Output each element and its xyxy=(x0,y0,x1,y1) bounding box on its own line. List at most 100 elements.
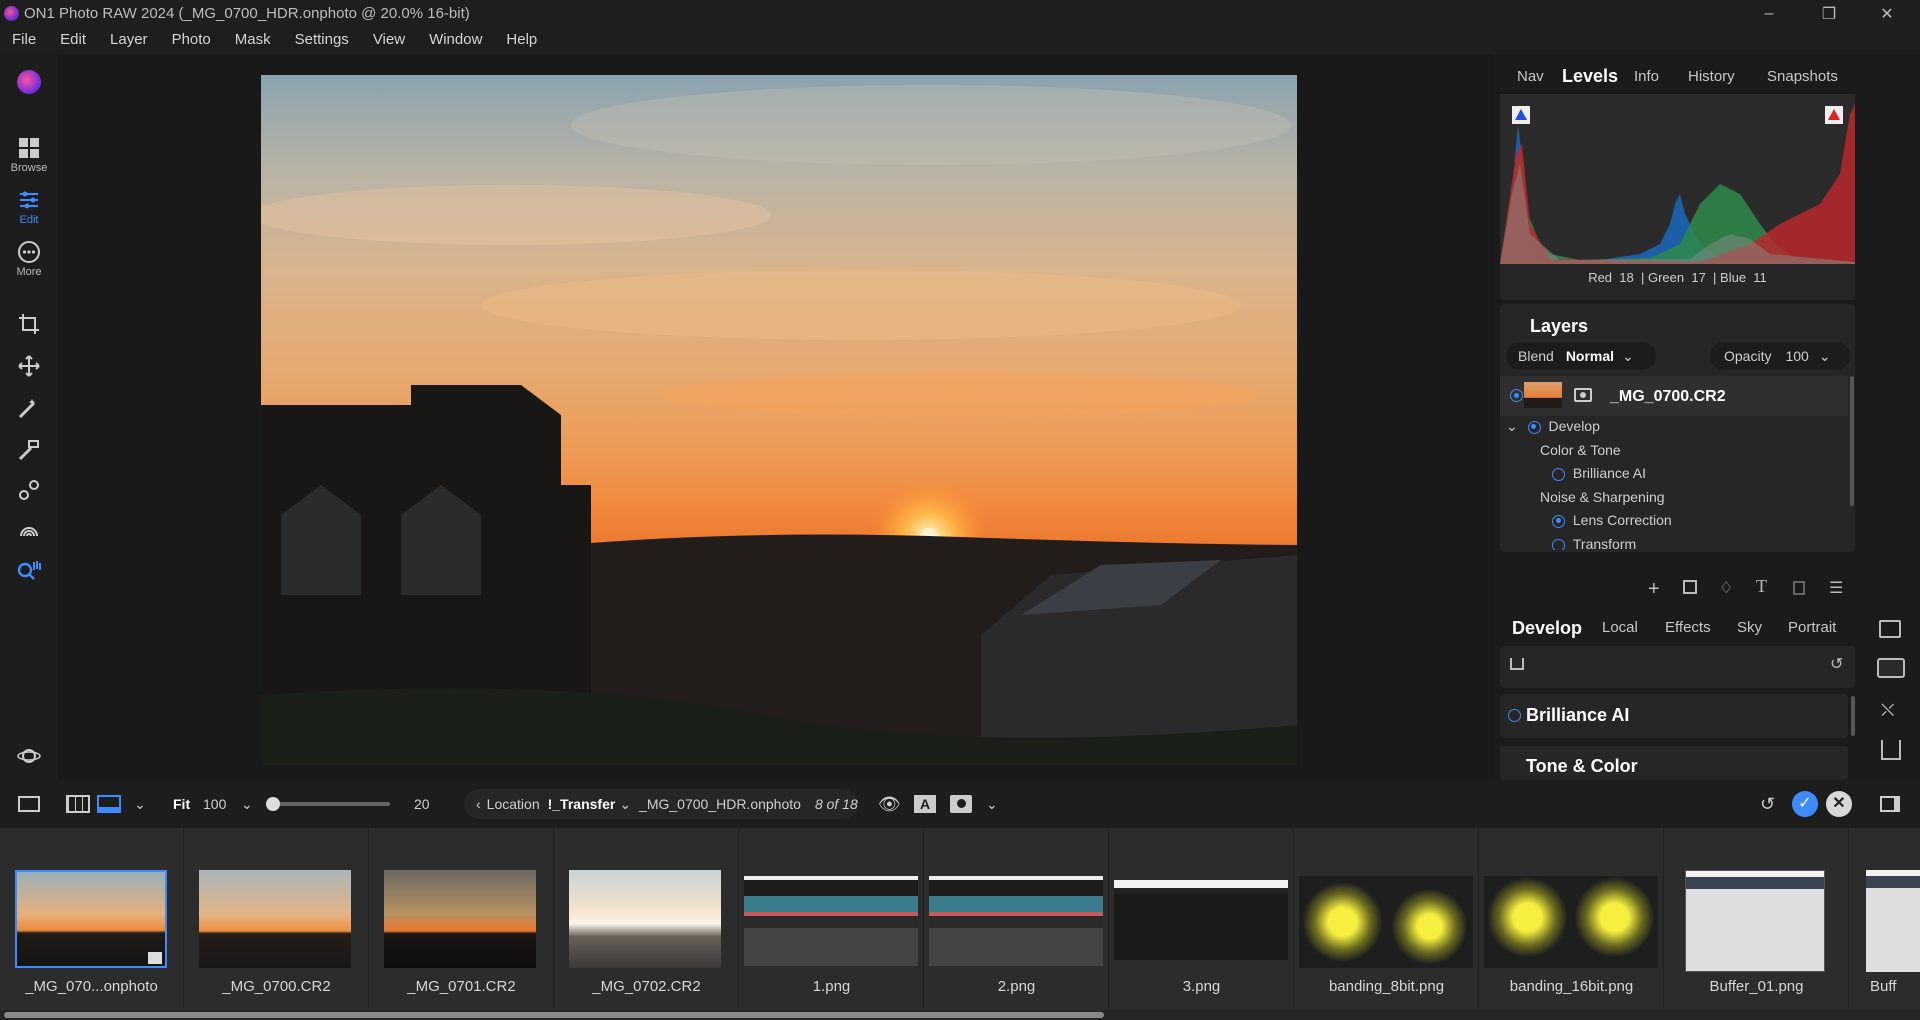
zoom-value[interactable]: 100 xyxy=(203,780,226,828)
duplicate-layer-icon[interactable] xyxy=(1683,580,1697,594)
filmstrip-item[interactable]: Buffer_01.png xyxy=(1665,828,1849,1008)
filmstrip-item[interactable]: _MG_0702.CR2 xyxy=(555,828,739,1008)
export-icon[interactable] xyxy=(1879,620,1901,638)
filmstrip-scroll-thumb[interactable] xyxy=(4,1012,1104,1018)
minimize-icon[interactable]: – xyxy=(1746,0,1792,28)
filmstrip-item[interactable]: 2.png xyxy=(925,828,1109,1008)
brilliance-section[interactable]: Brilliance AI xyxy=(1500,694,1848,738)
tab-info[interactable]: Info xyxy=(1634,68,1659,85)
develop-toggle-icon[interactable] xyxy=(1527,420,1541,434)
view-dropdown-icon[interactable]: ⌄ xyxy=(134,780,146,828)
filmstrip-item[interactable]: banding_8bit.png xyxy=(1295,828,1479,1008)
zoom-slider[interactable] xyxy=(266,780,390,828)
tab-sky[interactable]: Sky xyxy=(1737,619,1762,636)
filmstrip-item[interactable]: _MG_0701.CR2 xyxy=(370,828,554,1008)
menu-file[interactable]: File xyxy=(0,28,48,54)
zoom-tool[interactable] xyxy=(0,558,58,584)
mode-edit[interactable]: Edit xyxy=(0,188,58,226)
lens-toggle-icon[interactable] xyxy=(1552,514,1565,528)
menu-layer[interactable]: Layer xyxy=(98,28,160,54)
stack-layers-icon[interactable]: ☰ xyxy=(1829,578,1843,598)
highlight-clip-warning-icon[interactable] xyxy=(1825,106,1843,124)
brilliance-section-toggle-icon[interactable] xyxy=(1508,709,1521,722)
portrait-tool[interactable] xyxy=(0,518,58,544)
toggle-left-panel-icon[interactable] xyxy=(18,780,40,828)
chevron-down-icon[interactable]: ⌄ xyxy=(619,796,631,813)
text-layer-icon[interactable]: T xyxy=(1756,576,1767,597)
filmstrip-item[interactable]: Buff xyxy=(1850,828,1920,1008)
layer-visibility-icon[interactable] xyxy=(1510,389,1523,402)
zoom-slider-knob[interactable] xyxy=(266,797,280,811)
filmstrip-view-icon[interactable] xyxy=(97,780,121,828)
brush-tool[interactable] xyxy=(0,396,58,422)
delete-layer-icon[interactable] xyxy=(1793,581,1805,595)
tone-color-section[interactable]: Tone & Color xyxy=(1500,746,1848,780)
layer-item-lens-correction[interactable]: Lens Correction xyxy=(1552,512,1672,528)
fill-layer-icon[interactable]: ♢ xyxy=(1719,578,1733,598)
layer-item-color-tone[interactable]: Color & Tone xyxy=(1540,442,1621,458)
tab-portrait[interactable]: Portrait xyxy=(1788,619,1836,636)
preview-eye-icon[interactable]: 👁 xyxy=(878,780,901,828)
chevron-down-icon[interactable]: ⌄ xyxy=(241,780,253,828)
filmstrip-item[interactable]: banding_16bit.png xyxy=(1480,828,1664,1008)
toggle-right-panel-icon[interactable] xyxy=(1880,780,1900,828)
mask-icon[interactable] xyxy=(1574,388,1592,402)
layer-row[interactable]: _MG_0700.CR2 xyxy=(1500,376,1848,416)
brilliance-toggle-icon[interactable] xyxy=(1552,467,1565,481)
crop-tool[interactable] xyxy=(0,312,58,338)
folder-name[interactable]: !_Transfer xyxy=(548,796,616,812)
grid-view-icon[interactable] xyxy=(66,780,90,828)
mode-more[interactable]: More xyxy=(0,240,58,278)
filmstrip-item[interactable]: 1.png xyxy=(740,828,924,1008)
layer-item-noise-sharpening[interactable]: Noise & Sharpening xyxy=(1540,489,1665,505)
tab-levels[interactable]: Levels xyxy=(1562,66,1618,87)
undo-icon[interactable]: ↺ xyxy=(1760,780,1775,828)
send-to-icon[interactable] xyxy=(1881,740,1901,760)
reset-icon[interactable]: ↺ xyxy=(1830,654,1843,674)
layer-item-transform[interactable]: Transform xyxy=(1552,536,1636,550)
clone-tool[interactable] xyxy=(0,478,58,504)
blend-dropdown[interactable]: Blend Normal ⌄ xyxy=(1506,342,1656,370)
mask-brush-tool[interactable] xyxy=(0,438,58,464)
filmstrip-item[interactable]: _MG_0700.CR2 xyxy=(185,828,369,1008)
photo-preview[interactable] xyxy=(261,75,1297,765)
tab-nav[interactable]: Nav xyxy=(1517,68,1544,85)
tab-local[interactable]: Local xyxy=(1602,619,1638,636)
location-breadcrumb[interactable]: ‹ Location !_Transfer ⌄ _MG_0700_HDR.onp… xyxy=(464,789,858,819)
tab-effects[interactable]: Effects xyxy=(1665,619,1711,636)
tab-snapshots[interactable]: Snapshots xyxy=(1767,68,1838,85)
menu-photo[interactable]: Photo xyxy=(160,28,223,54)
opacity-dropdown[interactable]: Opacity 100 ⌄ xyxy=(1710,342,1850,370)
layer-item-brilliance[interactable]: Brilliance AI xyxy=(1552,465,1646,481)
chevron-left-icon[interactable]: ‹ xyxy=(476,796,481,812)
layer-item-develop[interactable]: ⌄ Develop xyxy=(1506,418,1600,435)
close-icon[interactable]: ✕ xyxy=(1864,0,1910,28)
mask-view-icon[interactable] xyxy=(950,780,972,828)
move-tool[interactable] xyxy=(0,354,58,380)
cancel-button[interactable]: ✕ xyxy=(1826,780,1852,828)
mode-browse[interactable]: Browse xyxy=(0,136,58,174)
filmstrip-item[interactable]: 3.png xyxy=(1110,828,1294,1008)
fit-button[interactable]: Fit xyxy=(173,780,190,828)
menu-view[interactable]: View xyxy=(361,28,417,54)
on1-logo-icon[interactable] xyxy=(0,70,58,94)
share-icon[interactable]: ⛌ xyxy=(1881,700,1894,721)
restore-icon[interactable]: ❐ xyxy=(1806,0,1852,28)
add-layer-icon[interactable]: + xyxy=(1648,578,1660,601)
layers-scrollbar[interactable] xyxy=(1850,376,1854,506)
menu-help[interactable]: Help xyxy=(494,28,549,54)
shadow-clip-warning-icon[interactable] xyxy=(1512,106,1530,124)
develop-scrollbar[interactable] xyxy=(1851,696,1855,736)
histogram[interactable] xyxy=(1500,94,1855,264)
tab-develop[interactable]: Develop xyxy=(1512,618,1582,639)
save-preset-icon[interactable] xyxy=(1510,658,1524,670)
menu-window[interactable]: Window xyxy=(417,28,494,54)
chevron-down-icon[interactable]: ⌄ xyxy=(986,780,998,828)
apply-button[interactable]: ✓ xyxy=(1792,780,1818,828)
print-icon[interactable] xyxy=(1877,658,1905,678)
menu-edit[interactable]: Edit xyxy=(48,28,98,54)
transform-toggle-icon[interactable] xyxy=(1552,538,1565,550)
tab-history[interactable]: History xyxy=(1688,68,1735,85)
menu-mask[interactable]: Mask xyxy=(223,28,283,54)
filmstrip-item[interactable]: _MG_070...onphoto xyxy=(0,828,184,1008)
